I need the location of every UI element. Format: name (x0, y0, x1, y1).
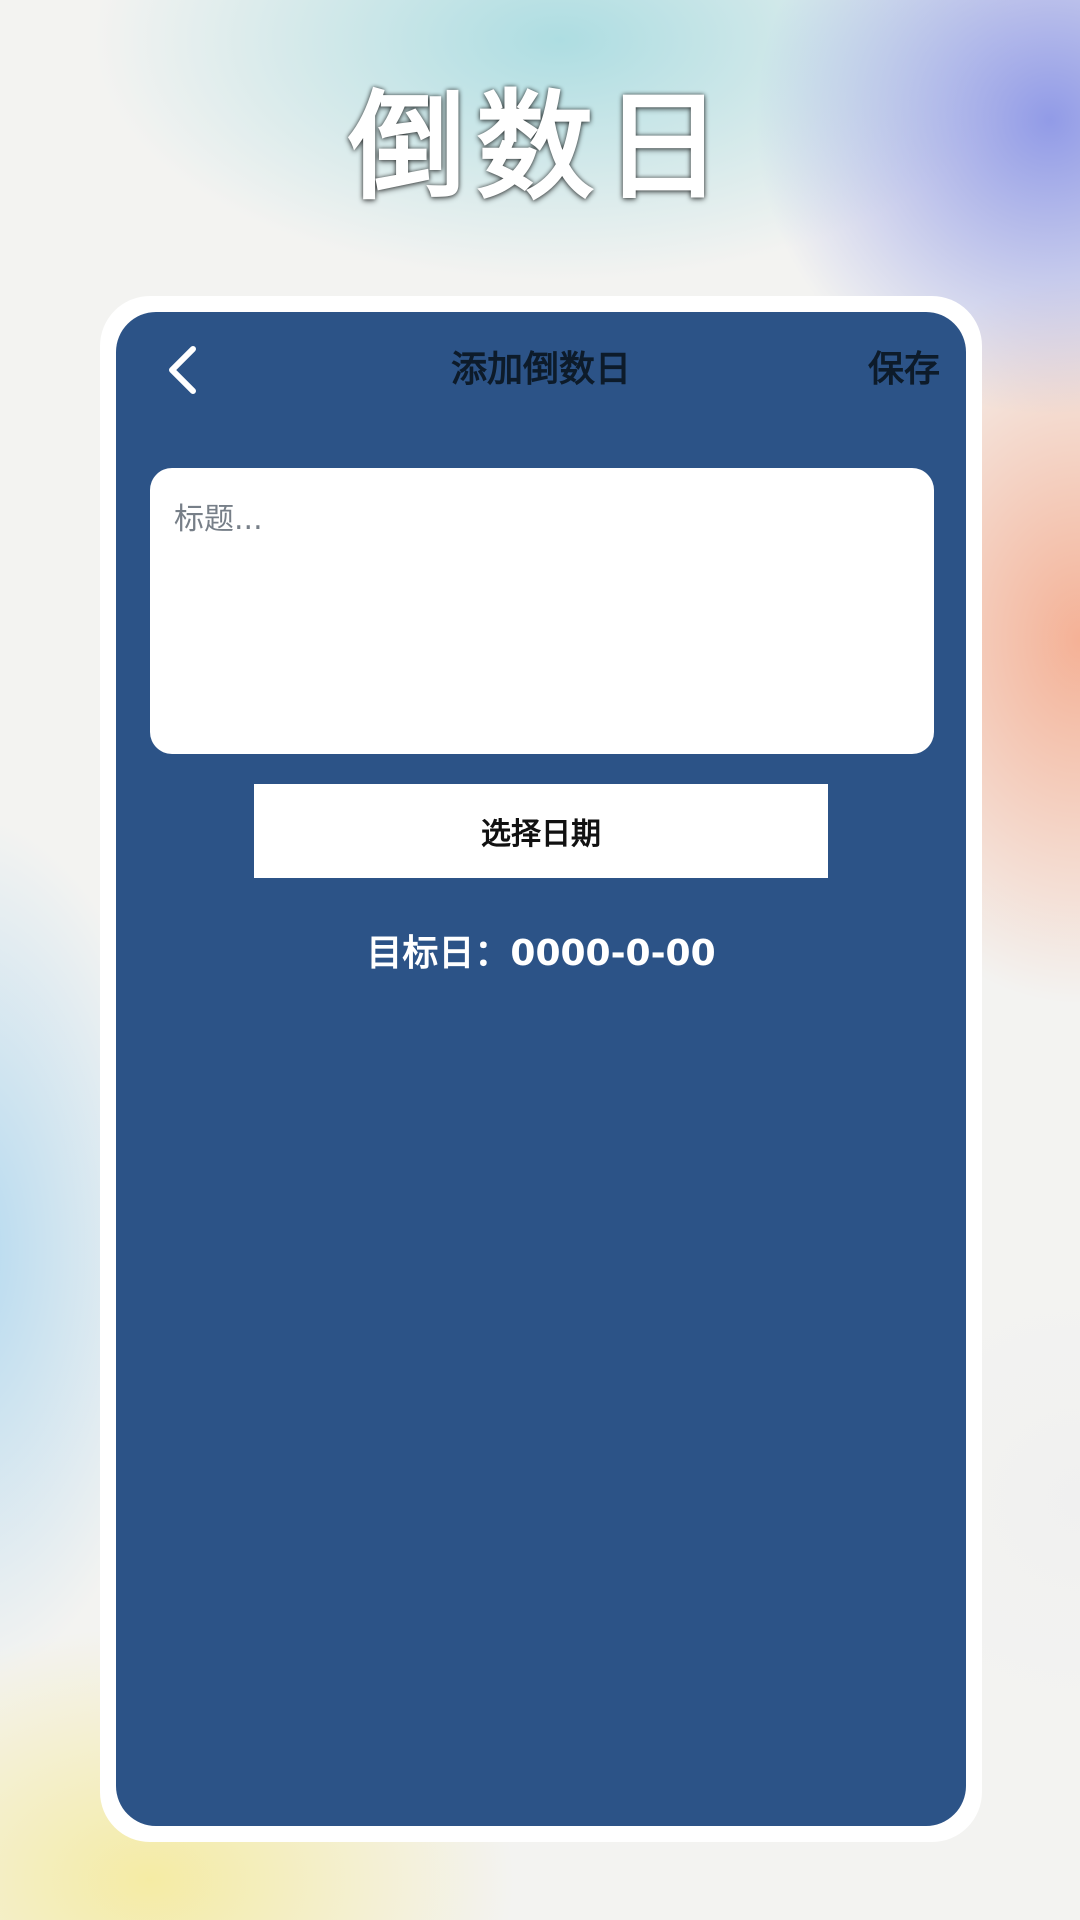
page-title: 添加倒数日 (450, 349, 631, 390)
phone-frame: 添加倒数日 保存 选择日期 目标日：0000-0-00 (100, 296, 982, 1842)
nav-bar: 添加倒数日 保存 (116, 312, 966, 422)
target-date-label: 目标日： (366, 933, 511, 974)
title-input[interactable] (150, 468, 934, 754)
target-date: 目标日：0000-0-00 (116, 924, 966, 976)
target-date-value: 0000-0-00 (510, 933, 716, 974)
save-button[interactable]: 保存 (868, 340, 940, 392)
select-date-button[interactable]: 选择日期 (254, 784, 828, 878)
phone-screen: 添加倒数日 保存 选择日期 目标日：0000-0-00 (116, 312, 966, 1826)
hero-title: 倒数日 (347, 78, 732, 216)
